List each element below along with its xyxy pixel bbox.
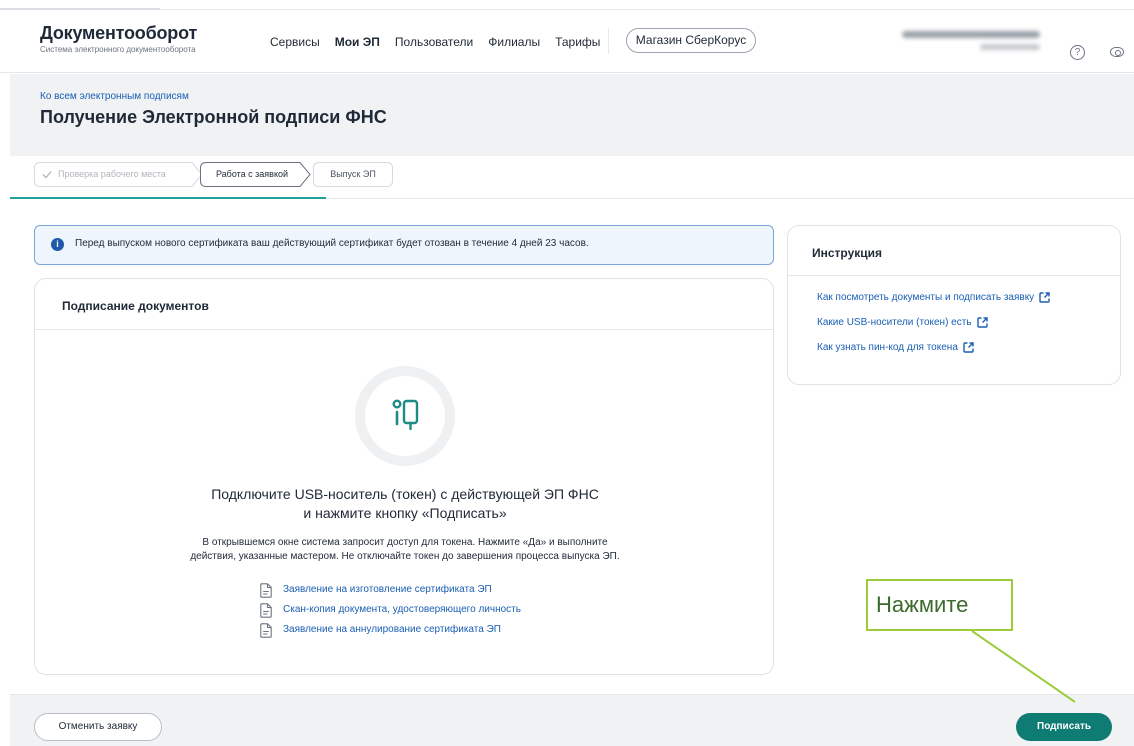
callout-annotation: Нажмите — [866, 579, 1013, 631]
step-signature-issue: Выпуск ЭП — [313, 162, 393, 187]
user-account-blurred[interactable] — [900, 27, 1040, 57]
token-instructions-text: В открывшемся окне система запросит дост… — [190, 537, 620, 562]
documents-list: Заявление на изготовление сертификата ЭП… — [259, 583, 521, 643]
document-link-cancellation-application[interactable]: Заявление на аннулирование сертификата Э… — [259, 623, 521, 643]
connect-token-message: Подключите USB-носитель (токен) с действ… — [211, 486, 599, 521]
document-link-certificate-application[interactable]: Заявление на изготовление сертификата ЭП — [259, 583, 521, 603]
instructions-title: Инструкция — [788, 226, 1120, 276]
window-top-strip — [0, 0, 1134, 10]
active-step-underline — [10, 197, 326, 199]
signing-card-title: Подписание документов — [35, 279, 773, 330]
sign-button[interactable]: Подписать — [1016, 713, 1112, 741]
nav-item-tariffs[interactable]: Тарифы — [555, 35, 600, 49]
nav-item-branches[interactable]: Филиалы — [488, 35, 540, 49]
logo-subtitle: Система электронного документооборота — [40, 45, 196, 54]
page-titlebar: Ко всем электронным подписям Получение Э… — [10, 74, 1134, 156]
step-workplace-check: Проверка рабочего места — [34, 162, 204, 187]
app-header: Документооборот Система электронного док… — [0, 11, 1134, 73]
external-link-icon — [963, 342, 974, 353]
instructions-panel: Инструкция Как посмотреть документы и по… — [787, 225, 1121, 385]
app-logo[interactable]: Документооборот Система электронного док… — [40, 23, 197, 54]
document-link-identity-scan[interactable]: Скан-копия документа, удостоверяющего ли… — [259, 603, 521, 623]
instruction-link-view-and-sign[interactable]: Как посмотреть документы и подписать зая… — [817, 292, 1120, 317]
document-icon — [260, 603, 272, 618]
back-link[interactable]: Ко всем электронным подписям — [40, 91, 189, 102]
logo-title: Документооборот — [40, 23, 198, 43]
eye-icon[interactable] — [1110, 47, 1124, 57]
nav-divider — [608, 28, 609, 54]
usb-token-illustration — [355, 366, 455, 466]
main-nav: Сервисы Мои ЭП Пользователи Филиалы Тари… — [270, 35, 600, 49]
instruction-link-usb-tokens[interactable]: Какие USB-носители (токен) есть — [817, 317, 1120, 342]
document-icon — [260, 583, 272, 598]
instruction-link-pin-code[interactable]: Как узнать пин-код для токена — [817, 342, 1120, 367]
alert-text: Перед выпуском нового сертификата ваш де… — [75, 238, 589, 249]
progress-steps: Проверка рабочего места Работа с заявкой… — [10, 156, 1134, 199]
nav-item-my-signatures[interactable]: Мои ЭП — [335, 35, 380, 49]
revocation-alert: i Перед выпуском нового сертификата ваш … — [34, 225, 774, 265]
store-button[interactable]: Магазин СберКорус — [626, 28, 756, 53]
external-link-icon — [976, 317, 988, 328]
page-title: Получение Электронной подписи ФНС — [40, 107, 387, 127]
usb-token-icon — [392, 399, 419, 431]
cancel-application-button[interactable]: Отменить заявку — [34, 713, 162, 741]
help-icon[interactable]: ? — [1070, 45, 1085, 60]
external-link-icon — [1039, 292, 1050, 303]
nav-item-users[interactable]: Пользователи — [395, 35, 473, 49]
action-footer: Отменить заявку Подписать — [10, 694, 1134, 746]
step-application-work: Работа с заявкой — [200, 162, 312, 187]
info-icon: i — [51, 238, 64, 251]
signing-card: Подписание документов Подключите USB-нос… — [34, 278, 774, 675]
nav-item-services[interactable]: Сервисы — [270, 35, 320, 49]
document-icon — [260, 623, 272, 638]
